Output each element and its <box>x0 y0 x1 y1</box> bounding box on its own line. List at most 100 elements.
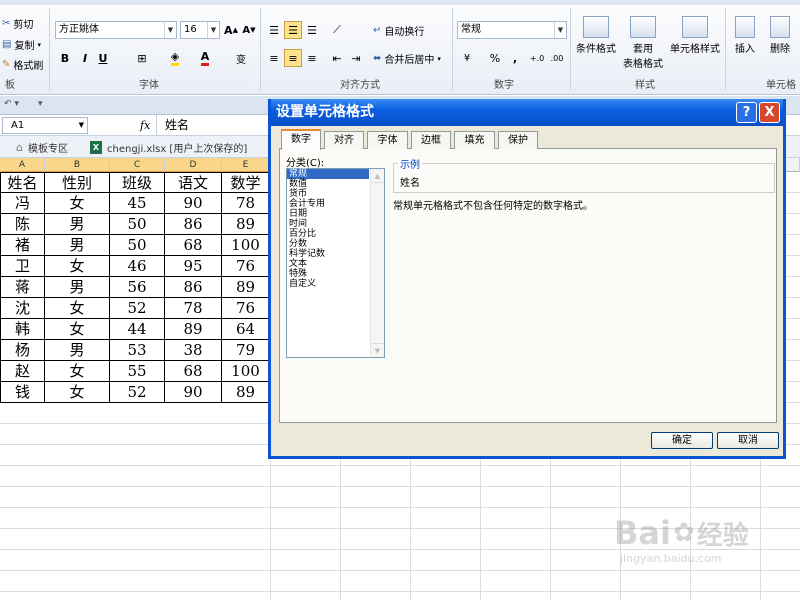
tab-fill[interactable]: 填充 <box>454 131 495 149</box>
scroll-down-icon[interactable]: ▼ <box>371 343 384 357</box>
border-button[interactable]: ⊞ <box>133 49 151 67</box>
table-cell[interactable]: 55 <box>110 361 165 382</box>
header-cell[interactable]: 数学 <box>222 172 270 193</box>
orientation-button[interactable]: ⟋ <box>328 21 346 39</box>
scroll-up-icon[interactable]: ▲ <box>371 169 384 183</box>
tab-font[interactable]: 字体 <box>367 131 408 149</box>
align-bottom-button[interactable]: ☰ <box>303 21 321 39</box>
font-size-combo[interactable]: 16 ▼ <box>180 21 220 39</box>
cell-styles-button[interactable]: 单元格样式 <box>668 16 722 55</box>
table-cell[interactable]: 52 <box>110 382 165 403</box>
table-cell[interactable]: 杨 <box>0 340 45 361</box>
table-cell[interactable]: 89 <box>165 319 222 340</box>
table-cell[interactable]: 76 <box>222 256 270 277</box>
table-cell[interactable]: 76 <box>222 298 270 319</box>
align-middle-button[interactable]: ☰ <box>284 21 302 39</box>
fill-color-button[interactable]: ◈ <box>166 49 184 67</box>
phonetic-button[interactable]: 变 <box>232 49 250 67</box>
table-cell[interactable]: 男 <box>45 277 110 298</box>
table-cell[interactable]: 女 <box>45 193 110 214</box>
column-header-a[interactable]: A <box>0 158 45 172</box>
table-cell[interactable]: 44 <box>110 319 165 340</box>
table-cell[interactable]: 蒋 <box>0 277 45 298</box>
table-cell[interactable]: 男 <box>45 235 110 256</box>
list-item[interactable]: 时间 <box>287 219 369 229</box>
table-cell[interactable]: 韩 <box>0 319 45 340</box>
merge-center-button[interactable]: ⬌ 合并后居中 ▾ <box>373 51 441 66</box>
tab-protection[interactable]: 保护 <box>498 131 538 149</box>
list-item[interactable]: 货币 <box>287 189 369 199</box>
align-left-button[interactable]: ≡ <box>265 49 283 67</box>
ok-button[interactable]: 确定 <box>651 432 713 449</box>
list-item[interactable]: 分数 <box>287 239 369 249</box>
tab-number[interactable]: 数字 <box>281 129 321 150</box>
table-cell[interactable]: 50 <box>110 214 165 235</box>
table-cell[interactable]: 68 <box>165 235 222 256</box>
align-right-button[interactable]: ≡ <box>303 49 321 67</box>
table-cell[interactable]: 褚 <box>0 235 45 256</box>
table-cell[interactable]: 86 <box>165 214 222 235</box>
table-cell[interactable]: 女 <box>45 382 110 403</box>
bold-button[interactable]: B <box>56 49 74 67</box>
comma-button[interactable]: , <box>506 49 524 67</box>
header-cell[interactable]: 语文 <box>165 172 222 193</box>
category-listbox[interactable]: 常规 数值 货币 会计专用 日期 时间 百分比 分数 科学记数 文本 特殊 自定义 ▲ ▼ <box>286 168 385 358</box>
table-cell[interactable]: 90 <box>165 382 222 403</box>
tab-alignment[interactable]: 对齐 <box>324 131 364 149</box>
table-cell[interactable]: 68 <box>165 361 222 382</box>
tab-border[interactable]: 边框 <box>411 131 451 149</box>
table-cell[interactable]: 女 <box>45 361 110 382</box>
shrink-font-button[interactable]: A ▼ <box>240 21 258 39</box>
list-item[interactable]: 常规 <box>287 169 369 179</box>
table-cell[interactable]: 89 <box>222 214 270 235</box>
table-cell[interactable]: 64 <box>222 319 270 340</box>
list-item[interactable]: 科学记数 <box>287 249 369 259</box>
table-cell[interactable]: 46 <box>110 256 165 277</box>
delete-cells-button[interactable]: 删除 <box>765 16 795 55</box>
format-painter-button[interactable]: ✎ 格式刷 <box>2 57 43 72</box>
column-header-e[interactable]: E <box>222 158 270 172</box>
table-cell[interactable]: 女 <box>45 298 110 319</box>
copy-button[interactable]: ▤ 复制 ▾ <box>2 37 41 52</box>
list-item[interactable]: 数值 <box>287 179 369 189</box>
tab-template-zone[interactable]: ⌂ 模板专区 <box>16 139 68 156</box>
number-format-combo[interactable]: 常规 ▼ <box>457 21 567 39</box>
undo-icon[interactable]: ↶ ▾ <box>4 99 19 109</box>
table-cell[interactable]: 52 <box>110 298 165 319</box>
underline-button[interactable]: U <box>94 49 112 67</box>
table-cell[interactable]: 89 <box>222 277 270 298</box>
column-header-d[interactable]: D <box>165 158 222 172</box>
align-top-button[interactable]: ☰ <box>265 21 283 39</box>
decrease-indent-button[interactable]: ⇤ <box>328 49 346 67</box>
header-cell[interactable]: 姓名 <box>0 172 45 193</box>
column-header-b[interactable]: B <box>45 158 110 172</box>
help-button[interactable]: ? <box>736 102 757 123</box>
list-item[interactable]: 特殊 <box>287 269 369 279</box>
currency-button[interactable]: ¥ <box>458 49 476 67</box>
header-cell[interactable]: 性别 <box>45 172 110 193</box>
table-cell[interactable]: 女 <box>45 319 110 340</box>
table-cell[interactable]: 95 <box>165 256 222 277</box>
table-cell[interactable]: 79 <box>222 340 270 361</box>
table-cell[interactable]: 89 <box>222 382 270 403</box>
table-cell[interactable]: 钱 <box>0 382 45 403</box>
list-item[interactable]: 百分比 <box>287 229 369 239</box>
insert-cells-button[interactable]: 插入 <box>730 16 760 55</box>
table-cell[interactable]: 86 <box>165 277 222 298</box>
header-cell[interactable]: 班级 <box>110 172 165 193</box>
font-name-combo[interactable]: 方正姚体 ▼ <box>55 21 177 39</box>
cancel-button[interactable]: 取消 <box>717 432 779 449</box>
table-cell[interactable]: 78 <box>222 193 270 214</box>
table-cell[interactable]: 50 <box>110 235 165 256</box>
table-cell[interactable]: 100 <box>222 361 270 382</box>
percent-button[interactable]: % <box>486 49 504 67</box>
format-as-table-button[interactable]: 套用 表格格式 <box>620 16 666 70</box>
table-cell[interactable]: 男 <box>45 214 110 235</box>
table-cell[interactable]: 90 <box>165 193 222 214</box>
align-center-button[interactable]: ≡ <box>284 49 302 67</box>
list-item[interactable]: 自定义 <box>287 279 369 289</box>
customize-icon[interactable]: ▾ <box>38 99 43 109</box>
list-item[interactable]: 日期 <box>287 209 369 219</box>
increase-indent-button[interactable]: ⇥ <box>347 49 365 67</box>
table-cell[interactable]: 45 <box>110 193 165 214</box>
